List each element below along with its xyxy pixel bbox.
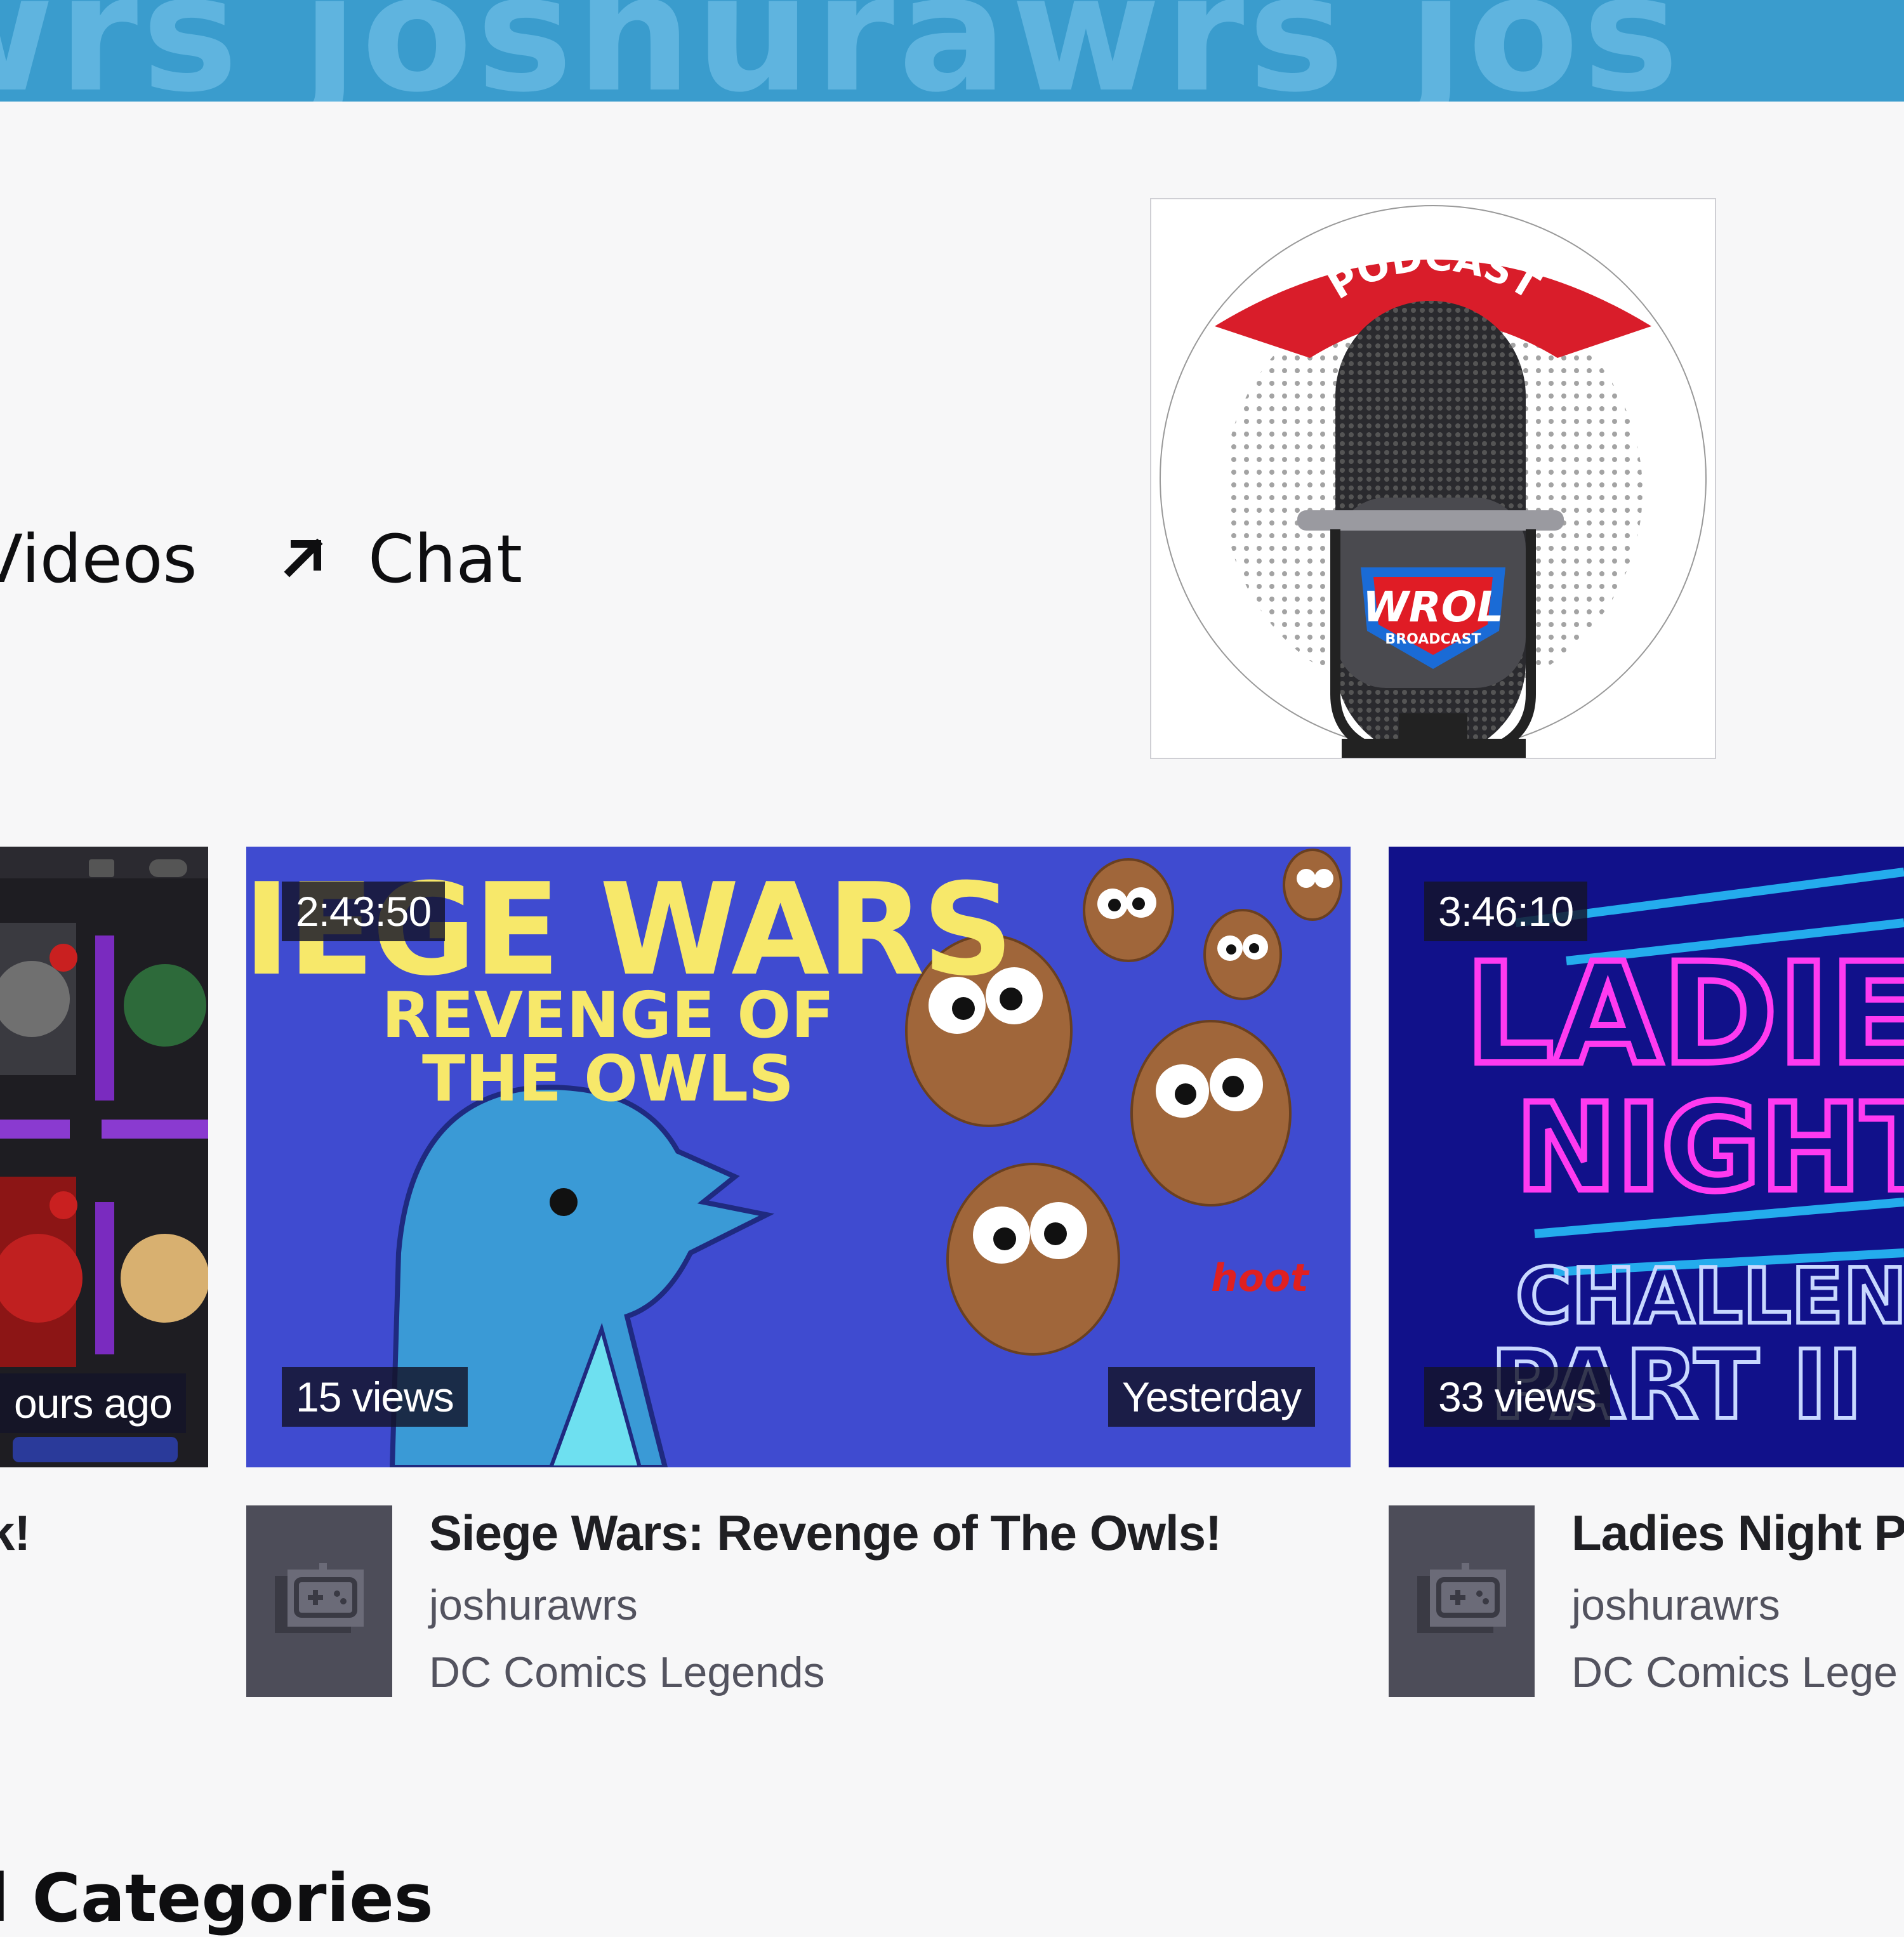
category-box-art[interactable] xyxy=(1389,1505,1535,1697)
video-channel-link-2[interactable]: joshurawrs xyxy=(1571,1580,1780,1630)
views-badge: 15 views xyxy=(282,1367,468,1427)
thumb-title-line3: THE OWLS xyxy=(422,1041,794,1116)
video-title-1[interactable]: Siege Wars: Revenge of The Owls! xyxy=(429,1504,1222,1562)
section-heading: d Categories xyxy=(0,1860,433,1937)
video-thumbnail-0[interactable]: ours ago xyxy=(0,847,208,1467)
podcast-logo-text: WROL xyxy=(1363,583,1504,631)
tab-videos[interactable]: Videos xyxy=(0,520,197,598)
video-channel-link-1[interactable]: joshurawrs xyxy=(429,1580,638,1630)
tab-chat[interactable]: Chat xyxy=(279,520,522,598)
video-category-link-2[interactable]: DC Comics Lege xyxy=(1571,1648,1898,1697)
video-thumbnail-1[interactable]: SIEGE WARS REVENGE OF THE OWLS hoot 2:43… xyxy=(246,847,1351,1467)
gamepad-icon xyxy=(275,1563,364,1633)
tab-chat-label: Chat xyxy=(368,520,523,598)
thumbnail-time-ago-badge: ours ago xyxy=(0,1373,186,1433)
podcast-panel-image[interactable]: PODCAST WROL BROADCAST xyxy=(1150,198,1716,759)
duration-badge: 3:46:10 xyxy=(1424,882,1588,941)
arrow-up-right-icon xyxy=(279,520,330,598)
gamepad-icon xyxy=(1417,1563,1506,1633)
duration-badge: 2:43:50 xyxy=(282,882,446,941)
thumb-hoot-text: hoot xyxy=(1211,1256,1310,1300)
views-badge: 33 views xyxy=(1424,1367,1610,1427)
video-category-link-1[interactable]: DC Comics Legends xyxy=(429,1648,825,1697)
thumb2-title-line3: CHALLENGE xyxy=(1516,1253,1904,1341)
video-thumbnail-2[interactable]: LADIES NIGHT CHALLENGE PART II 3:46:10 3… xyxy=(1389,847,1904,1467)
video-title-0[interactable]: k! xyxy=(0,1504,30,1562)
thumb2-title-line2: NIGHT xyxy=(1516,1078,1904,1218)
banner-text: wrs joshurawrs jos xyxy=(0,0,1683,102)
channel-banner: wrs joshurawrs jos xyxy=(0,0,1904,102)
date-badge: Yesterday xyxy=(1107,1367,1315,1427)
video-title-2[interactable]: Ladies Night P xyxy=(1571,1504,1904,1562)
thumb2-title-line1: LADIES xyxy=(1465,933,1904,1095)
podcast-logo-subtext: BROADCAST xyxy=(1385,631,1481,647)
category-box-art[interactable] xyxy=(246,1505,392,1697)
